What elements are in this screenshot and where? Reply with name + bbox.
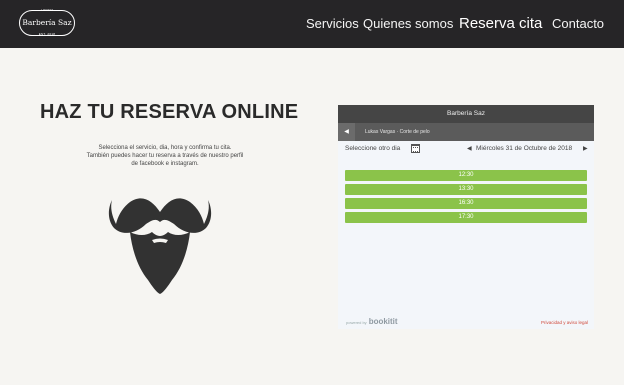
logo-name: Barbería Saz	[22, 18, 72, 27]
bookitit-logo[interactable]: bookitit	[369, 317, 398, 326]
logo-bottom-text: EST. 2018	[38, 32, 56, 36]
description-line-3: de facebook e instagram.	[131, 161, 199, 167]
powered-by-label: powered by	[346, 320, 367, 325]
time-slot-button[interactable]: 12:30	[345, 170, 587, 181]
nav-reserva-cita[interactable]: Reserva cita	[459, 0, 542, 48]
privacy-link[interactable]: Privacidad y aviso legal	[541, 320, 588, 325]
time-slot-button[interactable]: 17:30	[345, 212, 587, 223]
time-slot-list: 12:30 13:30 16:30 17:30	[345, 170, 587, 226]
time-slot-button[interactable]: 13:30	[345, 184, 587, 195]
page-title: HAZ TU RESERVA ONLINE	[40, 101, 299, 123]
time-slot-button[interactable]: 16:30	[345, 198, 587, 209]
logo-top-text: LOREM	[40, 8, 54, 12]
widget-subheader: ◀ Lukas Vargas · Corte de pelo	[338, 123, 594, 141]
booking-description: Selecciona el servicio, dia, hora y conf…	[55, 144, 275, 168]
back-icon[interactable]: ◀	[338, 123, 355, 141]
calendar-icon[interactable]	[411, 144, 420, 153]
nav-contacto[interactable]: Contacto	[552, 0, 604, 48]
top-bar: LOREM Barbería Saz EST. 2018 Servicios Q…	[0, 0, 624, 48]
date-selector-row: Seleccione otro dia ◀ Miércoles 31 de Oc…	[338, 141, 594, 161]
widget-title: Barbería Saz	[338, 105, 594, 123]
prev-day-icon[interactable]: ◀	[467, 145, 472, 152]
selected-date: Miércoles 31 de Octubre de 2018	[476, 145, 573, 152]
nav-quienes-somos[interactable]: Quienes somos	[363, 0, 453, 48]
next-day-icon[interactable]: ▶	[583, 145, 588, 152]
select-other-day-link[interactable]: Seleccione otro dia	[345, 145, 400, 152]
beard-mustache-icon	[108, 198, 212, 294]
description-line-2: También puedes hacer tu reserva a través…	[86, 153, 244, 159]
nav-servicios[interactable]: Servicios	[306, 0, 359, 48]
widget-service-label: Lukas Vargas · Corte de pelo	[365, 129, 430, 135]
powered-by: powered by bookitit	[346, 317, 398, 326]
description-line-1: Selecciona el servicio, dia, hora y conf…	[98, 145, 232, 151]
barberia-logo[interactable]: LOREM Barbería Saz EST. 2018	[19, 8, 75, 36]
booking-widget: Barbería Saz ◀ Lukas Vargas · Corte de p…	[338, 105, 594, 329]
